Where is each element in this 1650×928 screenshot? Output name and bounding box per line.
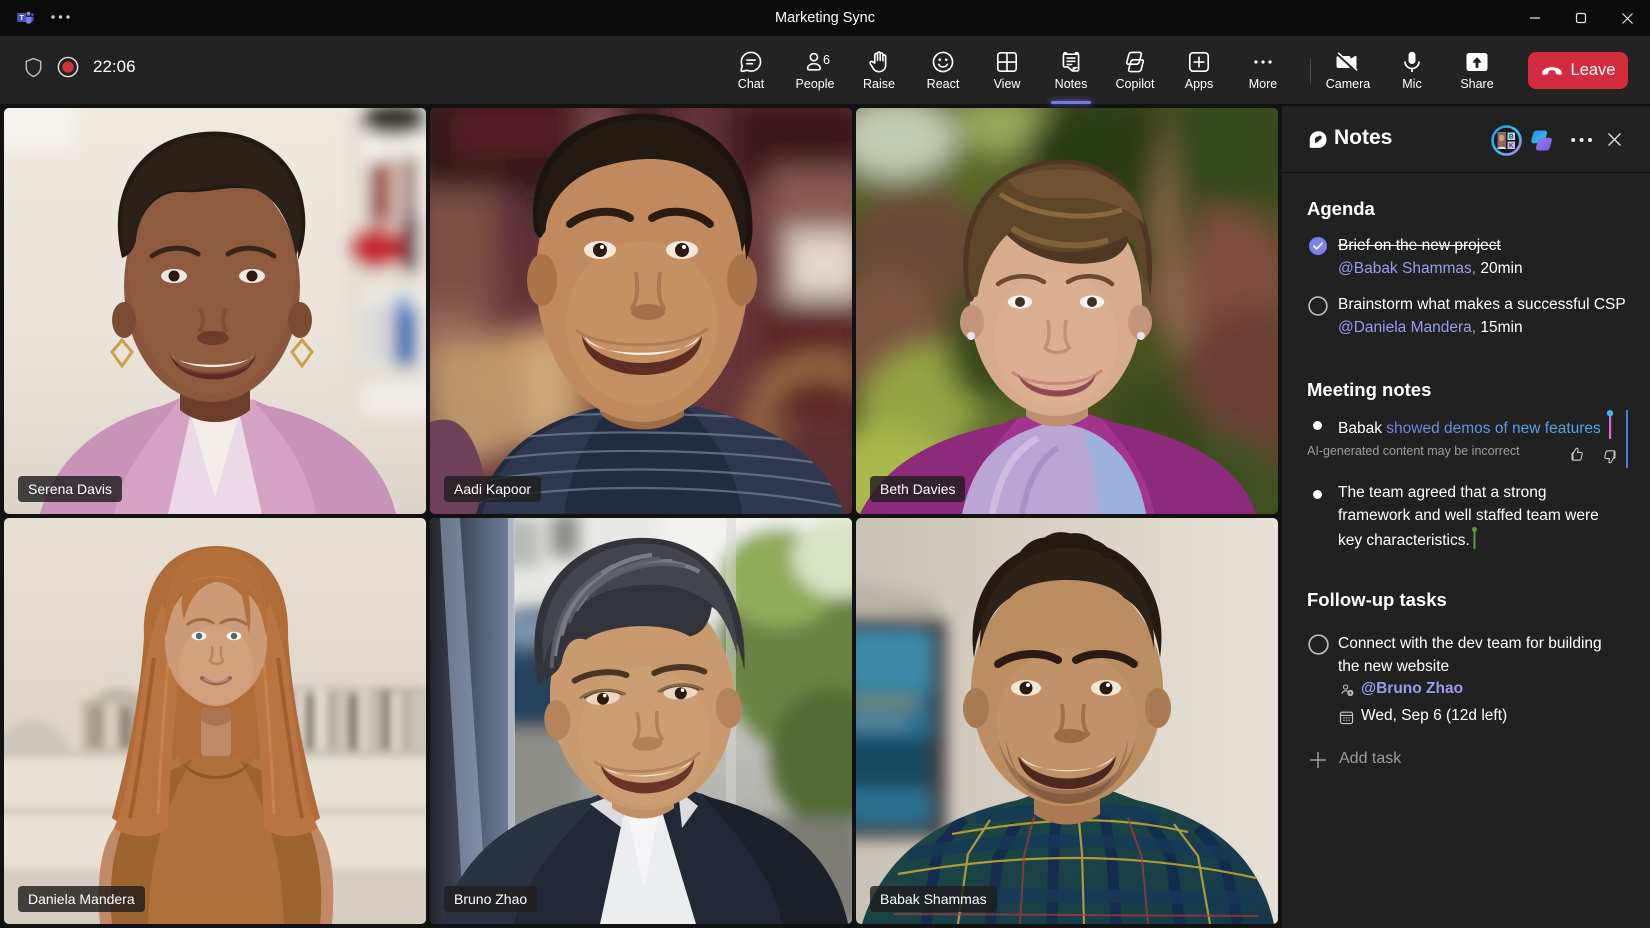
svg-text:B: B (1509, 134, 1514, 141)
svg-text:K: K (1509, 143, 1514, 150)
